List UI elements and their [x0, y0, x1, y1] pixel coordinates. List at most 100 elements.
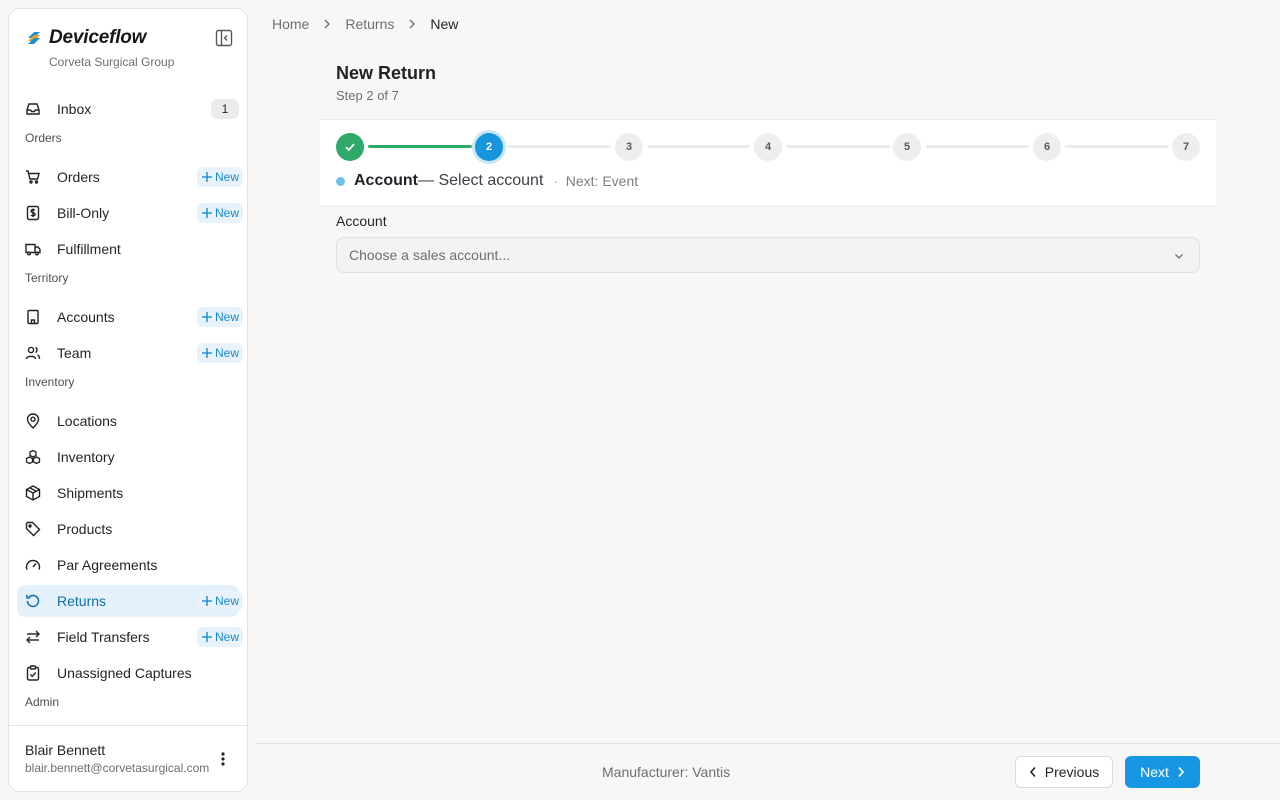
step-connector [786, 145, 890, 148]
plus-icon [201, 208, 212, 218]
sidebar-item-label: Returns [57, 593, 107, 609]
sidebar-item-label: Fulfillment [57, 241, 121, 257]
sidebar-item-shipments[interactable]: Shipments [17, 477, 239, 509]
section-label-territory: Territory [25, 271, 69, 285]
arrows-exchange-icon [25, 629, 41, 645]
sidebar-item-label: Products [57, 521, 113, 537]
check-icon [345, 143, 355, 152]
deviceflow-logo-icon [25, 29, 43, 47]
sidebar: Deviceflow Corveta Surgical Group Inbox … [8, 8, 248, 792]
collapse-sidebar-button[interactable] [213, 27, 235, 49]
sidebar-item-label: Locations [57, 413, 117, 429]
step-5[interactable]: 5 [893, 133, 921, 161]
sidebar-item-fulfillment[interactable]: Fulfillment [17, 233, 239, 265]
previous-button[interactable]: Previous [1015, 756, 1113, 788]
page-subtitle: Step 2 of 7 [336, 88, 399, 103]
sidebar-item-inbox[interactable]: Inbox 1 [17, 93, 239, 125]
chevron-down-icon [1173, 249, 1185, 267]
plus-icon [201, 312, 212, 322]
breadcrumb-home[interactable]: Home [272, 16, 309, 32]
new-return-button[interactable]: New [196, 591, 243, 611]
step-3[interactable]: 3 [615, 133, 643, 161]
inbox-icon [25, 101, 41, 117]
step-connector [507, 145, 611, 148]
step-6[interactable]: 6 [1033, 133, 1061, 161]
account-select[interactable]: Choose a sales account... [336, 237, 1200, 273]
step-connector [1065, 145, 1169, 148]
section-label-admin: Admin [25, 695, 60, 709]
sidebar-item-bill-only[interactable]: Bill-Only New [17, 197, 243, 229]
new-label: New [214, 594, 239, 608]
brand[interactable]: Deviceflow [25, 27, 146, 49]
package-icon [25, 485, 41, 501]
sidebar-collapse-icon [215, 29, 233, 47]
sidebar-item-label: Accounts [57, 309, 115, 325]
user-profile: Blair Bennett blair.bennett@corvetasurgi… [9, 725, 247, 791]
chevron-left-icon [1029, 766, 1036, 778]
truck-icon [25, 241, 41, 257]
sidebar-item-label: Par Agreements [57, 557, 158, 573]
next-step-label: Next: Event [565, 173, 639, 189]
account-field-label: Account [336, 213, 387, 229]
new-bill-only-button[interactable]: New [196, 203, 243, 223]
new-account-button[interactable]: New [196, 307, 243, 327]
new-label: New [214, 630, 239, 644]
new-label: New [214, 170, 239, 184]
breadcrumb-returns[interactable]: Returns [345, 16, 394, 32]
step-connector [647, 145, 750, 148]
sidebar-item-inventory[interactable]: Inventory [17, 441, 239, 473]
step-connector [368, 145, 472, 148]
org-name: Corveta Surgical Group [49, 55, 175, 69]
sidebar-item-orders[interactable]: Orders New [17, 161, 243, 193]
user-email: blair.bennett@corvetasurgical.com [25, 761, 210, 775]
tag-icon [25, 521, 41, 537]
sidebar-item-label: Inventory [57, 449, 115, 465]
sidebar-item-label: Unassigned Captures [57, 665, 192, 681]
new-field-transfer-button[interactable]: New [196, 627, 243, 647]
previous-button-label: Previous [1044, 764, 1100, 780]
status-dot [336, 176, 345, 186]
sidebar-item-returns[interactable]: Returns New [17, 585, 243, 617]
section-label-orders: Orders [25, 131, 62, 145]
step-4[interactable]: 4 [754, 133, 782, 161]
sidebar-item-label: Shipments [57, 485, 124, 501]
user-name: Blair Bennett [25, 742, 106, 758]
sidebar-item-locations[interactable]: Locations [17, 405, 239, 437]
next-button[interactable]: Next [1125, 756, 1200, 788]
manufacturer-label: Manufacturer: Vantis [602, 764, 731, 780]
plus-icon [201, 632, 212, 642]
sidebar-item-team[interactable]: Team New [17, 337, 243, 369]
breadcrumb-new: New [430, 16, 459, 32]
plus-icon [201, 172, 212, 182]
brand-name: Deviceflow [49, 27, 147, 48]
sidebar-item-unassigned-captures[interactable]: Unassigned Captures [17, 657, 239, 689]
sidebar-item-label: Inbox [57, 101, 92, 117]
sidebar-item-products[interactable]: Products [17, 513, 239, 545]
step-connector [926, 145, 1029, 148]
step-2-current[interactable]: 2 [475, 133, 503, 161]
sidebar-item-accounts[interactable]: Accounts New [17, 301, 243, 333]
new-team-member-button[interactable]: New [196, 343, 243, 363]
map-pin-icon [25, 413, 41, 429]
sidebar-item-label: Team [57, 345, 92, 361]
plus-icon [201, 596, 212, 606]
wizard-footer: Manufacturer: Vantis Previous Next [256, 743, 1280, 800]
info-separator: · [553, 173, 558, 189]
step-1-completed[interactable] [336, 133, 364, 161]
step-7[interactable]: 7 [1172, 133, 1200, 161]
breadcrumb: Home Returns New [272, 14, 458, 34]
new-order-button[interactable]: New [196, 167, 243, 187]
sidebar-item-label: Field Transfers [57, 629, 150, 645]
section-label-inventory: Inventory [25, 375, 75, 389]
current-step-info: Account — Select account · Next: Event [336, 172, 638, 190]
chevron-right-icon [1178, 766, 1184, 778]
receipt-dollar-icon [25, 205, 41, 221]
new-label: New [214, 346, 239, 360]
plus-icon [201, 348, 212, 358]
sidebar-item-field-transfers[interactable]: Field Transfers New [17, 621, 243, 653]
new-label: New [214, 310, 239, 324]
sidebar-item-par-agreements[interactable]: Par Agreements [17, 549, 239, 581]
gauge-icon [25, 557, 41, 573]
clipboard-check-icon [25, 665, 41, 681]
user-menu-button[interactable] [213, 748, 233, 770]
